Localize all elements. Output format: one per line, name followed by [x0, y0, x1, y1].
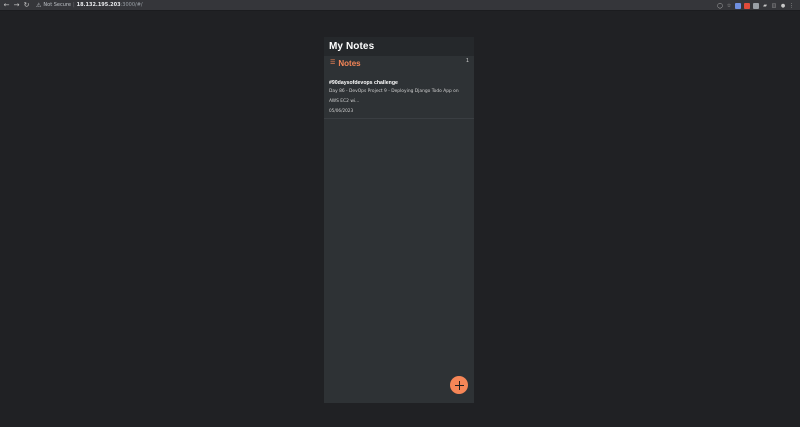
address-port-path: :3000/#/: [120, 2, 143, 8]
sidebar-icon[interactable]: ◫: [771, 3, 777, 9]
note-preview: Day 86 - DevOps Project 9 - Deploying Dj…: [329, 89, 459, 104]
extension-red-icon[interactable]: [744, 2, 750, 9]
notes-list-icon: ☰: [330, 59, 336, 66]
add-note-button[interactable]: [450, 376, 468, 394]
address-separator: |: [72, 2, 75, 8]
address-bar[interactable]: ⚠ Not Secure | 18.132.195.203 :3000/#/: [36, 1, 143, 10]
browser-toolbar: ← → ↻ ⚠ Not Secure | 18.132.195.203 :300…: [0, 0, 800, 11]
warning-icon[interactable]: ⚠: [36, 2, 41, 9]
back-arrow-icon[interactable]: ←: [2, 1, 11, 10]
reload-icon[interactable]: ↻: [22, 1, 31, 10]
notes-app: My Notes ☰ Notes 1 #90daysofdevops chall…: [324, 37, 474, 403]
app-title: My Notes: [329, 41, 375, 52]
list-item[interactable]: #90daysofdevops challenge Day 86 - DevOp…: [324, 76, 474, 119]
puzzle-icon[interactable]: ▰: [762, 3, 768, 9]
profile-icon[interactable]: ●: [780, 3, 786, 9]
notes-header: ☰ Notes 1: [324, 56, 474, 70]
plus-icon: [454, 380, 464, 390]
share-icon[interactable]: ◯: [717, 3, 723, 9]
note-list: #90daysofdevops challenge Day 86 - DevOp…: [324, 76, 474, 119]
notes-title: Notes: [338, 58, 361, 68]
forward-arrow-icon[interactable]: →: [12, 1, 21, 10]
note-title: #90daysofdevops challenge: [329, 80, 398, 86]
extension-blue-icon[interactable]: [735, 2, 741, 9]
extension-icon[interactable]: [753, 2, 759, 9]
notes-count: 1: [465, 58, 469, 64]
app-header: My Notes: [324, 37, 474, 56]
menu-icon[interactable]: ⋮: [789, 3, 794, 9]
extensions-area: ◯ ☆ ▰ ◫ ● ⋮: [717, 1, 794, 10]
address-host: 18.132.195.203: [76, 2, 121, 8]
security-label: Not Secure: [43, 2, 71, 8]
note-date: 05/06/2023: [329, 108, 354, 113]
star-icon[interactable]: ☆: [726, 3, 732, 9]
